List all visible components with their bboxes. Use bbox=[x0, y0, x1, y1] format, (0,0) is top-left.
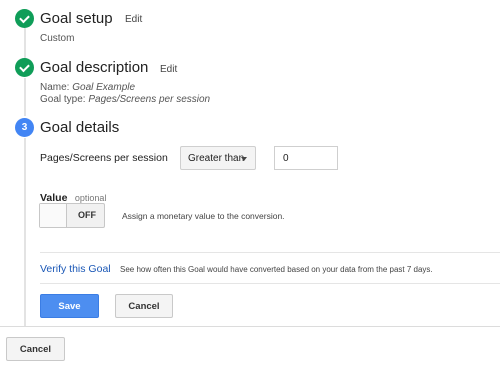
cancel-button[interactable]: Cancel bbox=[115, 294, 173, 318]
toggle-knob bbox=[40, 204, 67, 227]
toggle-state-label: OFF bbox=[78, 210, 96, 220]
goal-name-line: Name: Goal Example bbox=[40, 82, 135, 93]
step-complete-check-icon bbox=[15, 58, 34, 77]
comparison-dropdown[interactable]: Greater than bbox=[180, 146, 256, 170]
step-title-goal-description: Goal description bbox=[40, 59, 149, 76]
step-complete-check-icon bbox=[15, 9, 34, 28]
goal-type-value: Pages/Screens per session bbox=[88, 94, 211, 105]
caret-down-icon bbox=[241, 157, 247, 161]
steps-connector-line bbox=[24, 78, 26, 116]
step-title-goal-details: Goal details bbox=[40, 119, 120, 136]
value-toggle-description: Assign a monetary value to the conversio… bbox=[122, 211, 285, 221]
verify-goal-description: See how often this Goal would have conve… bbox=[120, 265, 433, 274]
goal-type-line: Goal type: Pages/Screens per session bbox=[40, 94, 210, 105]
step-number-badge: 3 bbox=[15, 118, 34, 137]
comparison-selected-value: Greater than bbox=[188, 152, 245, 164]
goal-type-label: Goal type: bbox=[40, 94, 86, 105]
divider bbox=[0, 326, 500, 327]
divider bbox=[40, 283, 500, 284]
goal-setup-summary: Custom bbox=[40, 33, 75, 44]
condition-label: Pages/Screens per session bbox=[40, 152, 168, 164]
bottom-cancel-button[interactable]: Cancel bbox=[6, 337, 65, 361]
comparison-value-input[interactable] bbox=[274, 146, 338, 170]
edit-goal-description-link[interactable]: Edit bbox=[160, 64, 177, 75]
goal-name-value: Goal Example bbox=[72, 82, 136, 93]
verify-goal-link[interactable]: Verify this Goal bbox=[40, 263, 111, 275]
step-title-goal-setup: Goal setup bbox=[40, 10, 113, 27]
value-optional-hint: optional bbox=[74, 193, 107, 203]
goal-name-label: Name: bbox=[40, 82, 70, 93]
value-toggle[interactable]: OFF bbox=[39, 203, 105, 228]
save-button[interactable]: Save bbox=[40, 294, 99, 318]
edit-goal-setup-link[interactable]: Edit bbox=[125, 14, 142, 25]
divider bbox=[40, 252, 500, 253]
steps-connector-line bbox=[24, 138, 26, 326]
